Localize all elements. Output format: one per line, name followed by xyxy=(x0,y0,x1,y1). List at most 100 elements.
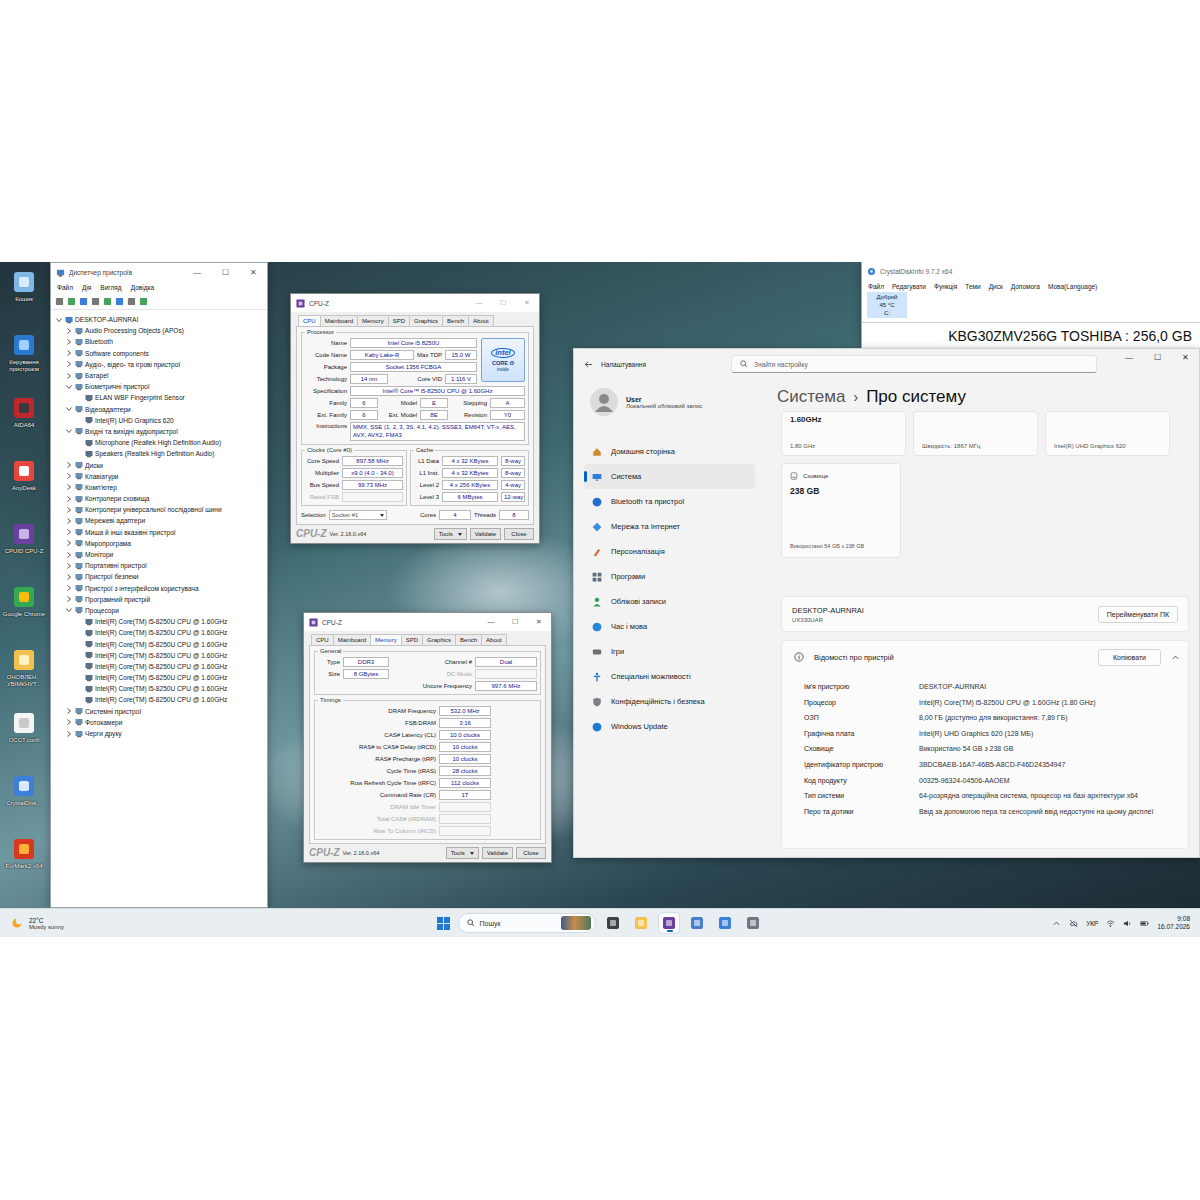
desktop-icon[interactable]: Керування пристроєм xyxy=(0,333,48,396)
window-control-button[interactable]: ☐ xyxy=(491,299,515,307)
tree-row[interactable]: Мережеві адаптери xyxy=(55,515,263,526)
toolbar-button-icon[interactable] xyxy=(91,297,100,306)
tab[interactable]: Memory xyxy=(370,634,402,645)
cpuz-memory-window[interactable]: CPU-Z—☐✕CPUMainboardMemorySPDGraphicsBen… xyxy=(303,612,552,863)
toolbar-button-icon[interactable] xyxy=(115,297,124,306)
breadcrumb-parent[interactable]: Система xyxy=(777,387,845,407)
sidebar-item[interactable]: Ігри xyxy=(584,639,755,664)
sidebar-item[interactable]: Час і мова xyxy=(584,614,755,639)
tree-row[interactable]: Батареї xyxy=(55,370,263,381)
desktop-icon[interactable]: CPUID CPU-Z xyxy=(0,522,48,585)
sidebar-item[interactable]: Програми xyxy=(584,564,755,589)
user-account[interactable]: UserЛокальний обліковий запис xyxy=(584,387,755,417)
tree-row[interactable]: Фотокамери xyxy=(55,717,263,728)
menu-item[interactable]: Вигляд xyxy=(100,284,121,291)
expander-chevron-icon[interactable] xyxy=(65,606,73,614)
back-arrow-icon[interactable] xyxy=(584,360,593,369)
tab[interactable]: CPU xyxy=(311,634,334,645)
expander-chevron-icon[interactable] xyxy=(65,551,73,559)
expander-chevron-icon[interactable] xyxy=(65,427,73,435)
cloud-off-icon[interactable] xyxy=(1069,919,1078,928)
title-bar[interactable]: Диспетчер пристроїв—☐✕ xyxy=(51,263,267,281)
tree-row[interactable]: Біометричні пристрої xyxy=(55,381,263,392)
expander-chevron-icon[interactable] xyxy=(65,562,73,570)
menu-item[interactable]: Файл xyxy=(868,283,884,290)
expander-chevron-icon[interactable] xyxy=(65,461,73,469)
tree-row[interactable]: Контролери сховища xyxy=(55,493,263,504)
cpuz-cpu-window[interactable]: CPU-Z—☐✕CPUMainboardMemorySPDGraphicsBen… xyxy=(290,293,540,544)
tree-row[interactable]: Intel(R) UHD Graphics 620 xyxy=(55,415,263,426)
tree-row[interactable]: Клавіатури xyxy=(55,471,263,482)
expander-chevron-icon[interactable] xyxy=(65,528,73,536)
desktop-icon[interactable]: Кошик xyxy=(0,270,48,333)
menu-item[interactable]: Довідка xyxy=(131,284,154,291)
window-control-button[interactable]: ☐ xyxy=(503,618,527,626)
tab[interactable]: Graphics xyxy=(409,315,443,326)
tab[interactable]: CPU xyxy=(298,315,321,326)
menu-item[interactable]: Файл xyxy=(57,284,73,291)
tree-row[interactable]: Intel(R) Core(TM) i5-8250U CPU @ 1.60GHz xyxy=(55,683,263,694)
tab[interactable]: About xyxy=(468,315,494,326)
footer-button[interactable]: Validate xyxy=(470,528,501,540)
window-control-button[interactable]: — xyxy=(183,268,211,277)
tree-row[interactable]: Черги друку xyxy=(55,728,263,739)
expander-chevron-icon[interactable] xyxy=(65,483,73,491)
window-control-button[interactable]: ✕ xyxy=(1171,353,1199,362)
tree-row[interactable]: Intel(R) Core(TM) i5-8250U CPU @ 1.60GHz xyxy=(55,627,263,638)
window-control-button[interactable]: ✕ xyxy=(527,618,551,626)
window-control-button[interactable]: — xyxy=(467,299,491,307)
tree-row[interactable]: Microphone (Realtek High Definition Audi… xyxy=(55,437,263,448)
expander-chevron-icon[interactable] xyxy=(55,316,63,324)
tree-row[interactable]: Вхідні та вихідні аудіопристрої xyxy=(55,426,263,437)
tab[interactable]: Mainboard xyxy=(320,315,358,326)
window-control-button[interactable]: ☐ xyxy=(211,268,239,277)
tree-row[interactable]: Software components xyxy=(55,348,263,359)
wifi-icon[interactable] xyxy=(1106,919,1115,928)
crystaldiskinfo-window[interactable]: CrystalDiskInfo 9.7.2 x64ФайлРедагуватиФ… xyxy=(861,262,1200,348)
expander-chevron-icon[interactable] xyxy=(65,539,73,547)
storage-card[interactable]: Сховище238 GBВикористано 54 GB з 238 GB xyxy=(781,463,901,558)
taskbar-app[interactable] xyxy=(686,912,708,934)
expander-chevron-icon[interactable] xyxy=(65,360,73,368)
tree-row[interactable]: Intel(R) Core(TM) i5-8250U CPU @ 1.60GHz xyxy=(55,672,263,683)
tree-row[interactable]: Intel(R) Core(TM) i5-8250U CPU @ 1.60GHz xyxy=(55,638,263,649)
tree-row[interactable]: Speakers (Realtek High Definition Audio) xyxy=(55,448,263,459)
sidebar-item[interactable]: Bluetooth та пристрої xyxy=(584,489,755,514)
tree-row[interactable]: Intel(R) Core(TM) i5-8250U CPU @ 1.60GHz xyxy=(55,650,263,661)
footer-button[interactable]: Close xyxy=(504,528,534,540)
title-bar[interactable]: НалаштуванняЗнайти настройку—☐✕ xyxy=(574,349,1199,379)
desktop-icon[interactable]: AnyDesk xyxy=(0,459,48,522)
copy-button[interactable]: Копіювати xyxy=(1098,649,1161,666)
search-box[interactable]: Знайти настройку xyxy=(731,355,1097,373)
expander-chevron-icon[interactable] xyxy=(65,707,73,715)
expander-chevron-icon[interactable] xyxy=(65,405,73,413)
tab[interactable]: About xyxy=(481,634,507,645)
expander-chevron-icon[interactable] xyxy=(65,506,73,514)
expander-chevron-icon[interactable] xyxy=(65,595,73,603)
tree-row[interactable]: Миша й інші вказівні пристрої xyxy=(55,527,263,538)
desktop-icon[interactable]: FurMark2 x64 xyxy=(0,837,48,900)
menu-item[interactable]: Мова(Language) xyxy=(1048,283,1097,290)
toolbar-button-icon[interactable] xyxy=(79,297,88,306)
expander-chevron-icon[interactable] xyxy=(65,495,73,503)
tree-row[interactable]: Пристрої безпеки xyxy=(55,571,263,582)
expander-chevron-icon[interactable] xyxy=(65,338,73,346)
clock[interactable]: 9:0816.07.2026 xyxy=(1157,915,1190,931)
toolbar-button-icon[interactable] xyxy=(139,297,148,306)
sidebar-item[interactable]: Мережа та Інтернет xyxy=(584,514,755,539)
tree-row[interactable]: Системні пристрої xyxy=(55,706,263,717)
tree-row[interactable]: Монітори xyxy=(55,549,263,560)
title-bar[interactable]: CPU-Z—☐✕ xyxy=(291,294,539,312)
menu-item[interactable]: Редагувати xyxy=(892,283,926,290)
menu-item[interactable]: Дія xyxy=(82,284,91,291)
expander-chevron-icon[interactable] xyxy=(65,517,73,525)
taskbar-app[interactable] xyxy=(630,912,652,934)
show-hidden-icons-chevron-icon[interactable] xyxy=(1052,919,1061,928)
tab[interactable]: Graphics xyxy=(422,634,456,645)
tree-row[interactable]: Intel(R) Core(TM) i5-8250U CPU @ 1.60GHz xyxy=(55,694,263,705)
expander-chevron-icon[interactable] xyxy=(65,327,73,335)
tree-row[interactable]: Мікропрограма xyxy=(55,538,263,549)
menu-item[interactable]: Функція xyxy=(934,283,957,290)
desktop-icon[interactable]: ОНОВЛЕН... УВІМКНУТ... xyxy=(0,648,48,711)
window-control-button[interactable]: — xyxy=(1115,353,1143,362)
